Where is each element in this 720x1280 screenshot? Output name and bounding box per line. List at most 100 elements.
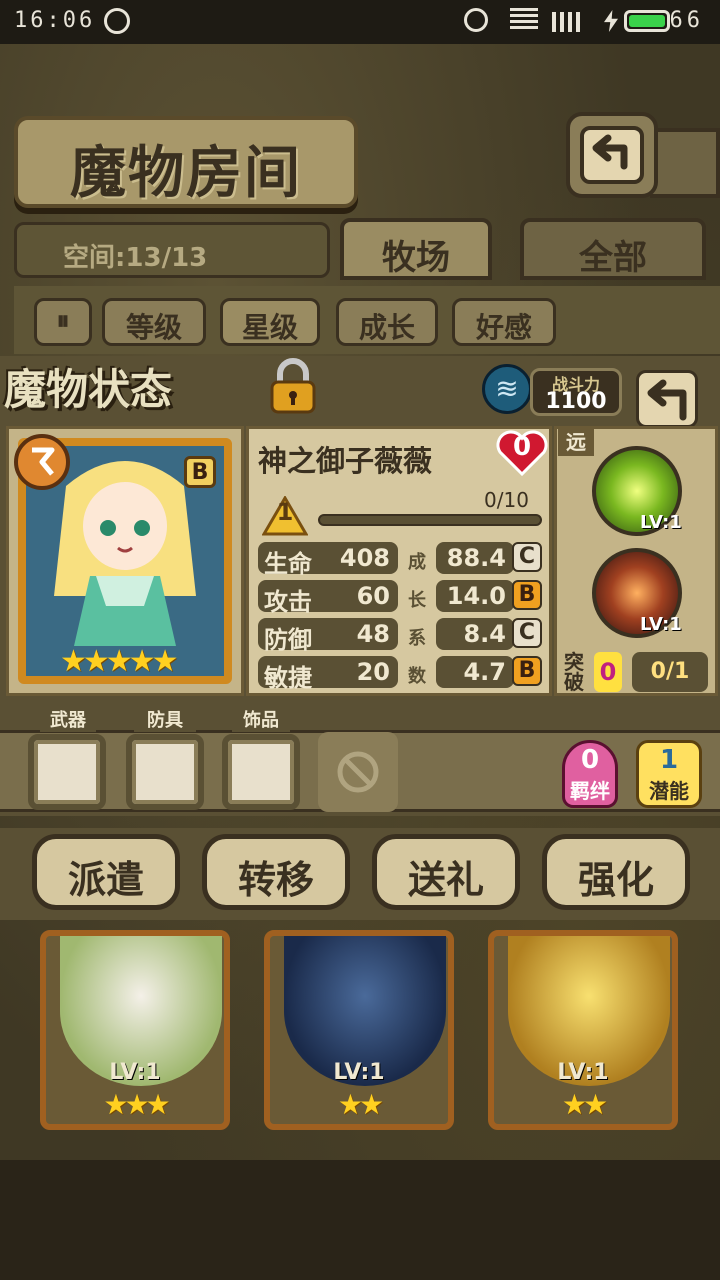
stat-row-agility: 敏捷 20 <box>258 656 398 692</box>
rank-badge: B <box>184 456 216 488</box>
back-button[interactable] <box>636 370 698 428</box>
sort-by-growth[interactable]: 成长 <box>336 298 438 346</box>
affection-value: 0 <box>512 432 532 462</box>
sort-by-star[interactable]: 星级 <box>220 298 320 346</box>
accessory-slot[interactable] <box>222 734 300 810</box>
return-icon <box>580 126 644 184</box>
sort-by-affection[interactable]: 好感 <box>452 298 556 346</box>
combat-power-value: 1100 <box>545 389 607 414</box>
growth-grade: C <box>512 618 542 648</box>
card-stars: ★★ <box>337 1088 384 1121</box>
bottom-edge <box>0 1160 720 1280</box>
growth-grade: B <box>512 580 542 610</box>
skill-level: LV:1 <box>640 614 682 635</box>
breakthrough-progress: 0/1 <box>632 652 708 692</box>
wifi-icon <box>510 8 538 32</box>
growth-label-char: 系 <box>408 628 426 649</box>
growth-value: 88.4 <box>446 544 506 572</box>
lock-icon[interactable] <box>262 358 324 416</box>
growth-row-defense: 8.4 <box>436 618 514 650</box>
potential-value: 1 <box>659 745 679 775</box>
charging-icon <box>604 10 618 32</box>
stat-value: 60 <box>356 582 390 610</box>
exp-text: 0/10 <box>484 488 529 512</box>
growth-value: 8.4 <box>463 620 506 648</box>
class-icon <box>14 434 70 490</box>
sync-icon <box>104 8 130 34</box>
potential-button[interactable]: 1 潜能 <box>636 740 702 808</box>
stat-row-defense: 防御 48 <box>258 618 398 654</box>
growth-value: 14.0 <box>446 582 506 610</box>
stat-value: 48 <box>356 620 390 648</box>
stat-name: 生命 <box>264 550 312 578</box>
growth-label-char: 长 <box>408 590 426 611</box>
card-stars: ★★ <box>561 1088 608 1121</box>
header-tab <box>650 128 720 198</box>
stat-name: 攻击 <box>264 588 312 616</box>
skill-level: LV:1 <box>640 512 682 533</box>
tab-ranch[interactable]: 牧场 <box>340 218 492 280</box>
battery-level: 66 <box>669 8 704 33</box>
card-level: LV:1 <box>333 1060 385 1085</box>
transfer-button[interactable]: 转移 <box>202 834 350 910</box>
title-banner: 魔物房间 <box>14 116 358 208</box>
monster-card[interactable]: LV:1 ★★ <box>488 930 678 1130</box>
status-time: 16:06 <box>14 8 96 33</box>
star-rating: ★★★★★ <box>60 644 178 679</box>
back-arrow-icon <box>647 379 687 421</box>
armor-slot[interactable] <box>126 734 204 810</box>
status-panel-title: 魔物状态 <box>4 365 173 414</box>
growth-row-hp: 88.4 <box>436 542 514 574</box>
sort-order-toggle[interactable]: ⏸ <box>34 298 92 346</box>
prohibited-icon <box>337 751 379 793</box>
status-bar: 16:06 66 <box>0 0 720 44</box>
potential-label: 潜能 <box>649 779 689 803</box>
growth-grade: C <box>512 542 542 572</box>
stat-value: 20 <box>356 658 390 686</box>
stat-name: 防御 <box>264 626 312 654</box>
disabled-slot <box>318 732 398 812</box>
breakthrough-value: 0 <box>594 652 622 692</box>
stat-row-hp: 生命 408 <box>258 542 398 578</box>
space-counter: 空间:13/13 <box>14 222 330 278</box>
stat-value: 408 <box>339 544 390 572</box>
skill-light-icon[interactable]: LV:1 <box>592 446 682 536</box>
breakthrough-label: 突破 <box>564 650 584 694</box>
monster-name: 神之御子薇薇 <box>258 444 433 478</box>
monster-card[interactable]: LV:1 ★★ <box>264 930 454 1130</box>
growth-row-agility: 4.7 <box>436 656 514 688</box>
dispatch-button[interactable]: 派遣 <box>32 834 180 910</box>
bond-label: 羁绊 <box>570 779 610 803</box>
stat-row-attack: 攻击 60 <box>258 580 398 616</box>
tab-all[interactable]: 全部 <box>520 218 706 280</box>
card-level: LV:1 <box>557 1060 609 1085</box>
range-tag: 远 <box>558 426 594 456</box>
stat-name: 敏捷 <box>264 664 312 692</box>
exit-button[interactable] <box>566 112 658 198</box>
level-value: 1 <box>276 498 294 526</box>
bond-button[interactable]: 0 羁绊 <box>562 740 618 808</box>
sort-by-level[interactable]: 等级 <box>102 298 206 346</box>
armor-label: 防具 <box>134 706 196 732</box>
exp-bar <box>318 514 542 526</box>
weapon-slot[interactable] <box>28 734 106 810</box>
enhance-button[interactable]: 强化 <box>542 834 690 910</box>
alarm-icon <box>464 8 488 32</box>
water-element-icon: ≋ <box>482 364 532 414</box>
combat-power: 战斗力 1100 <box>530 368 622 416</box>
gift-button[interactable]: 送礼 <box>372 834 520 910</box>
card-stars: ★★★ <box>103 1088 170 1121</box>
growth-label-char: 数 <box>408 666 426 687</box>
accessory-label: 饰品 <box>232 706 290 732</box>
signal-icon <box>552 12 588 32</box>
growth-label-char: 成 <box>408 552 426 573</box>
weapon-label: 武器 <box>40 706 96 732</box>
battery-icon <box>624 10 670 32</box>
bond-value: 0 <box>580 745 600 775</box>
growth-row-attack: 14.0 <box>436 580 514 612</box>
growth-grade: B <box>512 656 542 686</box>
space-text: 空间:13/13 <box>63 243 208 273</box>
monster-card[interactable]: LV:1 ★★★ <box>40 930 230 1130</box>
skill-fist-icon[interactable]: LV:1 <box>592 548 682 638</box>
growth-value: 4.7 <box>463 658 506 686</box>
